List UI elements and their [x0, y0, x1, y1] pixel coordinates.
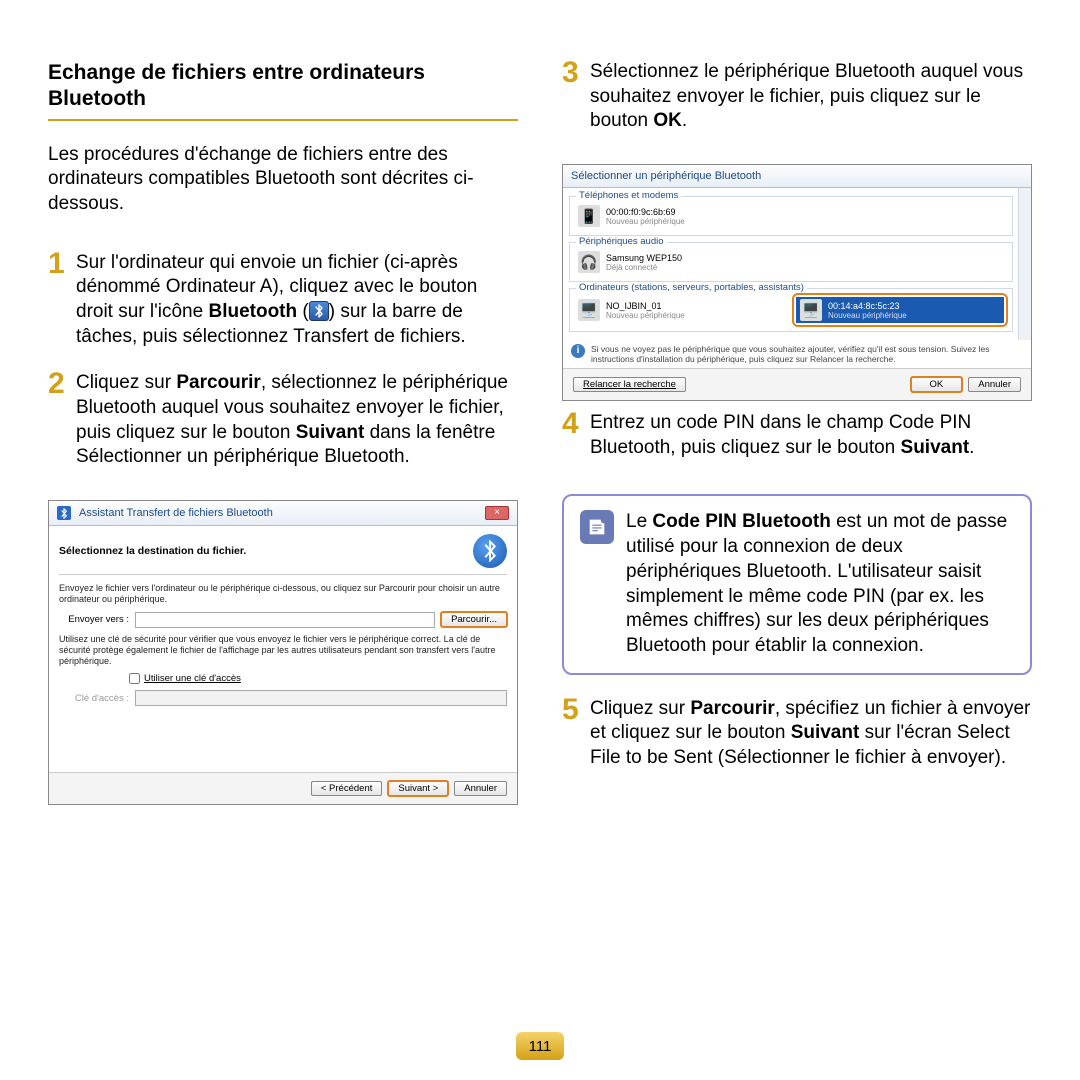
dialog-security-text: Utilisez une clé de sécurité pour vérifi… — [59, 634, 507, 668]
text: ) — [329, 301, 341, 322]
use-key-checkbox[interactable]: Utiliser une clé d'accès — [129, 673, 507, 684]
step-4: 4 Entrez un code PIN dans le champ Code … — [562, 411, 1032, 460]
bold: Suivant — [901, 437, 970, 458]
send-to-label: Envoyer vers : — [59, 614, 129, 625]
ok-button[interactable]: OK — [911, 377, 963, 392]
device-audio[interactable]: 🎧 Samsung WEP150Déjà connecté — [576, 249, 1006, 275]
device-name: 00:00:f0:9c:6b:69 — [606, 207, 676, 217]
bold: Suivant — [296, 422, 365, 443]
device-phone[interactable]: 📱 00:00:f0:9c:6b:69Nouveau périphérique — [576, 203, 1006, 229]
heading-text: Sélectionnez la destination du fichier. — [59, 545, 246, 557]
bluetooth-logo-icon — [473, 534, 507, 568]
step-1: 1 Sur l'ordinateur qui envoie un fichier… — [48, 251, 518, 350]
step-number: 1 — [48, 249, 76, 279]
text: Cliquez sur — [76, 372, 176, 393]
group-phones: Téléphones et modems 📱 00:00:f0:9c:6b:69… — [569, 196, 1013, 236]
note-box: Le Code PIN Bluetooth est un mot de pass… — [562, 494, 1032, 674]
step-3: 3 Sélectionnez le périphérique Bluetooth… — [562, 60, 1032, 134]
group-label: Périphériques audio — [576, 236, 667, 247]
previous-button[interactable]: < Précédent — [311, 781, 383, 796]
note-icon — [580, 510, 614, 544]
bold: Suivant — [791, 722, 860, 743]
step-text: Cliquez sur Parcourir, spécifiez un fich… — [590, 697, 1032, 771]
info-row: i Si vous ne voyez pas le périphérique q… — [563, 340, 1031, 368]
step-text: Sélectionnez le périphérique Bluetooth a… — [590, 60, 1032, 134]
text: est un mot de passe utilisé pour la conn… — [626, 511, 1007, 655]
device-sub: Déjà connecté — [606, 263, 682, 272]
cancel-button[interactable]: Annuler — [968, 377, 1021, 392]
text: . — [682, 110, 687, 131]
close-icon[interactable]: × — [485, 506, 509, 520]
phone-icon: 📱 — [578, 205, 600, 227]
bluetooth-icon — [309, 301, 329, 321]
section-title: Echange de fichiers entre ordinateurs Bl… — [48, 60, 518, 121]
step-text: Cliquez sur Parcourir, sélectionnez le p… — [76, 371, 518, 470]
dialog-heading: Sélectionnez la destination du fichier. — [59, 534, 507, 568]
next-button[interactable]: Suivant > — [388, 781, 448, 796]
device-name: Samsung WEP150 — [606, 253, 682, 263]
device-name: NO_IJBIN_01 — [606, 301, 662, 311]
text: Cliquez sur — [590, 698, 690, 719]
bold: Parcourir — [690, 698, 774, 719]
dialog-file-transfer: Assistant Transfert de fichiers Bluetoot… — [48, 500, 518, 805]
group-label: Téléphones et modems — [576, 190, 681, 201]
computer-icon: 🖥️ — [578, 299, 600, 321]
step-text: Sur l'ordinateur qui envoie un fichier (… — [76, 251, 518, 350]
step-2: 2 Cliquez sur Parcourir, sélectionnez le… — [48, 371, 518, 470]
text: ( — [297, 301, 309, 322]
browse-button[interactable]: Parcourir... — [441, 612, 507, 627]
bold: OK — [653, 110, 682, 131]
device-sub: Nouveau périphérique — [606, 311, 685, 320]
info-text: Si vous ne voyez pas le périphérique que… — [591, 344, 1023, 364]
dialog-title-text: Sélectionner un périphérique Bluetooth — [571, 170, 761, 182]
refresh-button[interactable]: Relancer la recherche — [573, 377, 686, 392]
computer-icon: 🖥️ — [800, 299, 822, 321]
send-to-input[interactable] — [135, 612, 435, 628]
bold: Parcourir — [176, 372, 260, 393]
checkbox-label: Utiliser une clé d'accès — [144, 673, 241, 684]
device-name: 00:14:a4:8c:5c:23 — [828, 301, 900, 311]
send-to-row: Envoyer vers : Parcourir... — [59, 612, 507, 628]
bold: Bluetooth — [208, 301, 297, 322]
device-sub: Nouveau périphérique — [606, 217, 685, 226]
note-text: Le Code PIN Bluetooth est un mot de pass… — [626, 510, 1014, 658]
device-computer-1[interactable]: 🖥️ NO_IJBIN_01Nouveau périphérique — [576, 295, 788, 325]
page-number: 111 — [516, 1032, 564, 1060]
checkbox-input[interactable] — [129, 673, 140, 684]
step-number: 2 — [48, 369, 76, 399]
headset-icon: 🎧 — [578, 251, 600, 273]
key-input — [135, 690, 507, 706]
group-label: Ordinateurs (stations, serveurs, portabl… — [576, 282, 807, 293]
bold: Code PIN Bluetooth — [652, 511, 830, 532]
step-number: 5 — [562, 695, 590, 725]
intro-paragraph: Les procédures d'échange de fichiers ent… — [48, 143, 518, 217]
step-text: Entrez un code PIN dans le champ Code PI… — [590, 411, 1032, 460]
info-icon: i — [571, 344, 585, 358]
dialog-select-device: Sélectionner un périphérique Bluetooth T… — [562, 164, 1032, 401]
key-label: Clé d'accès : — [59, 693, 129, 704]
cancel-button[interactable]: Annuler — [454, 781, 507, 796]
text: . — [969, 437, 974, 458]
dialog-titlebar: Sélectionner un périphérique Bluetooth — [563, 165, 1031, 188]
divider — [59, 574, 507, 575]
step-number: 4 — [562, 409, 590, 439]
bluetooth-icon — [57, 506, 71, 520]
group-audio: Périphériques audio 🎧 Samsung WEP150Déjà… — [569, 242, 1013, 282]
dialog-instruction: Envoyez le fichier vers l'ordinateur ou … — [59, 583, 507, 606]
device-sub: Nouveau périphérique — [828, 311, 907, 320]
group-computers: Ordinateurs (stations, serveurs, portabl… — [569, 288, 1013, 332]
dialog-titlebar: Assistant Transfert de fichiers Bluetoot… — [49, 501, 517, 526]
device-computer-2-highlight: 🖥️ 00:14:a4:8c:5c:23Nouveau périphérique — [794, 295, 1006, 325]
step-number: 3 — [562, 58, 590, 88]
key-row: Clé d'accès : — [59, 690, 507, 706]
text: Le — [626, 511, 652, 532]
step-5: 5 Cliquez sur Parcourir, spécifiez un fi… — [562, 697, 1032, 771]
dialog-title-text: Assistant Transfert de fichiers Bluetoot… — [79, 507, 273, 519]
device-computer-2[interactable]: 🖥️ 00:14:a4:8c:5c:23Nouveau périphérique — [796, 297, 1004, 323]
